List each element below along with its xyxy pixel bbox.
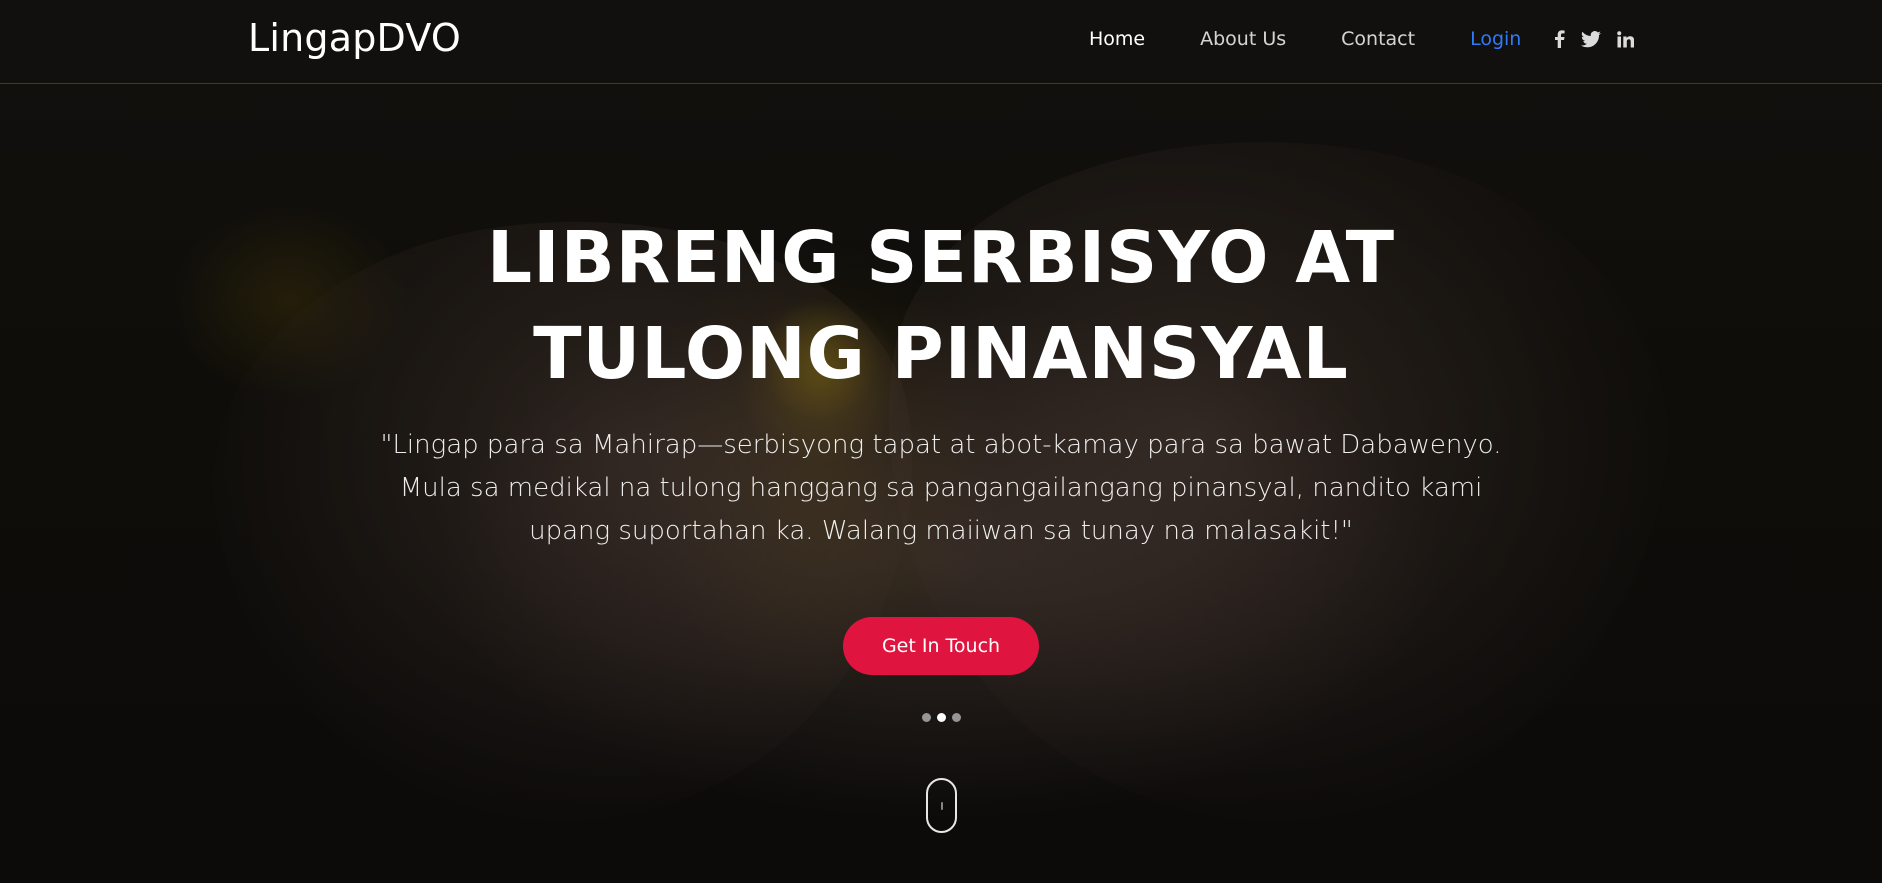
hero-subtitle: "Lingap para sa Mahirap—serbisyong tapat… [380, 430, 1502, 546]
nav-contact[interactable]: Contact [1341, 28, 1415, 50]
brand-logo[interactable]: LingapDVO [248, 16, 461, 60]
twitter-icon[interactable] [1581, 30, 1602, 48]
carousel-dot-2[interactable] [936, 713, 946, 722]
carousel-dot-3[interactable] [951, 713, 961, 722]
hero-section: LingapDVO Home About Us Contact Login LI… [0, 0, 1882, 883]
social-links [1553, 30, 1650, 48]
carousel-dot-1[interactable] [921, 713, 931, 722]
linkedin-icon[interactable] [1617, 30, 1635, 48]
nav-login[interactable]: Login [1470, 28, 1521, 50]
nav-home[interactable]: Home [1089, 28, 1145, 50]
nav-about-us[interactable]: About Us [1200, 28, 1286, 50]
hero-title-line-1: LIBRENG SERBISYO AT [486, 216, 1396, 299]
nav-links: Home About Us Contact Login [1089, 28, 1650, 50]
scroll-wheel-indicator [941, 802, 943, 810]
get-in-touch-button[interactable]: Get In Touch [843, 617, 1039, 675]
carousel-indicators [0, 713, 1882, 722]
navbar: LingapDVO Home About Us Contact Login [0, 0, 1882, 84]
hero-content: LIBRENG SERBISYO AT TULONG PINANSYAL "Li… [0, 210, 1882, 675]
facebook-icon[interactable] [1553, 30, 1565, 48]
hero-title-line-2: TULONG PINANSYAL [533, 312, 1349, 395]
scroll-down-mouse-icon[interactable] [926, 778, 957, 833]
hero-title: LIBRENG SERBISYO AT TULONG PINANSYAL [391, 210, 1491, 402]
